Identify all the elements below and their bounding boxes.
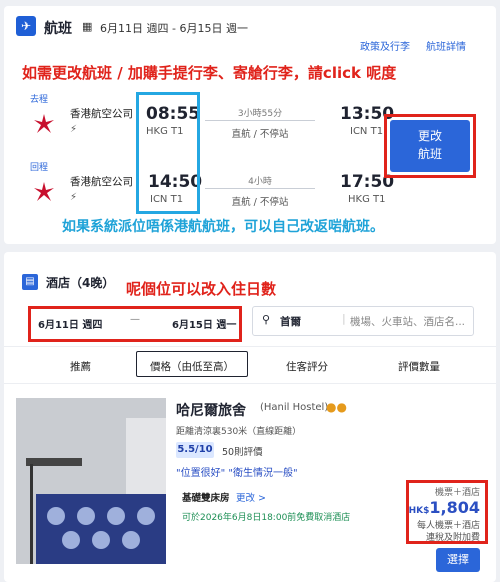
- check-in-date: 6月11日 週四: [38, 320, 103, 331]
- inbound-route-type: 直航 / 不停站: [231, 197, 289, 208]
- price: HK$1,804: [404, 498, 480, 517]
- inbound-duration: 4小時: [248, 177, 272, 187]
- inbound-power-icon: ⚡: [70, 192, 78, 203]
- flight-section-title: 航班: [44, 21, 72, 37]
- tab-recommended[interactable]: 推薦: [70, 359, 91, 374]
- calendar-icon: ▦: [82, 20, 93, 33]
- change-room-link[interactable]: 更改 >: [236, 490, 266, 504]
- city-name: 首爾: [280, 316, 301, 328]
- flight-links: 政策及行李 航班詳情: [360, 38, 482, 53]
- hk-airlines-logo-icon: [34, 182, 54, 201]
- policy-baggage-link[interactable]: 政策及行李: [360, 42, 410, 53]
- rating-badge: 5.5/10: [176, 442, 214, 458]
- outbound-route-type: 直航 / 不停站: [231, 129, 289, 140]
- check-out-date: 6月15日 週一: [172, 320, 237, 331]
- hk-airlines-logo-icon: [34, 114, 54, 133]
- tax-note: 連稅及附加費: [425, 533, 480, 543]
- search-separator: |: [342, 312, 346, 325]
- hotel-name-en: (Hanil Hostel): [260, 402, 329, 413]
- change-flight-button[interactable]: 更改 航班: [390, 120, 470, 172]
- search-placeholder[interactable]: 機場、火車站、酒店名...: [350, 314, 465, 329]
- inbound-arr-airport: HKG T1: [348, 194, 386, 205]
- change-flight-label: 更改 航班: [417, 129, 442, 161]
- annotation-change-dates: 呢個位可以改入住日數: [126, 280, 277, 298]
- outbound-duration: 3小時55分: [237, 109, 283, 119]
- hotel-rating-dots: ●●: [326, 400, 347, 414]
- hotel-icon: ▤: [22, 274, 38, 290]
- outbound-tag: 去程: [30, 95, 49, 105]
- departure-highlight-frame: [136, 92, 200, 214]
- hotel-photo[interactable]: [16, 398, 166, 564]
- active-tab-indicator: [136, 351, 248, 377]
- cancellation-policy: 可於2026年6月8日18:00前免費取消酒店: [182, 513, 351, 523]
- sort-tabs: 推薦 價格（由低至高） 住客評分 評價數量: [4, 346, 496, 384]
- price-label: 機票＋酒店: [434, 488, 480, 498]
- inbound-route-line: [205, 188, 315, 189]
- annotation-change-flight: 如需更改航班 / 加購手提行李、寄艙行李，請click 呢度: [22, 64, 397, 82]
- room-type: 基礎雙床房: [182, 493, 230, 504]
- airplane-icon: ✈: [16, 16, 36, 36]
- outbound-power-icon: ⚡: [70, 124, 78, 135]
- outbound-route-line: [205, 120, 315, 121]
- review-count[interactable]: 50則評價: [222, 444, 263, 458]
- price-amount: 1,804: [429, 498, 480, 517]
- guest-quotes: "位置很好" "衛生情況一般": [176, 468, 298, 479]
- price-currency: HK$: [408, 506, 430, 516]
- hotel-section-title: 酒店（4晚）: [46, 276, 115, 290]
- tab-guest-rating[interactable]: 住客評分: [286, 359, 328, 374]
- inbound-tag: 回程: [30, 163, 49, 173]
- outbound-arr-airport: ICN T1: [350, 126, 384, 137]
- location-pin-icon: ⚲: [262, 313, 271, 326]
- inbound-airline: 香港航空公司: [70, 176, 133, 188]
- outbound-airline: 香港航空公司: [70, 108, 133, 120]
- annotation-airline-note: 如果系統派位唔係港航航班，可以自己改返啱航班。: [62, 219, 384, 235]
- flight-date-range: 6月11日 週四 - 6月15日 週一: [100, 22, 248, 35]
- select-button[interactable]: 選擇: [436, 548, 480, 572]
- hotel-distance: 距離清涼裏530米（直線距離）: [176, 427, 302, 437]
- tab-review-count[interactable]: 評價數量: [398, 359, 440, 374]
- date-separator: —: [130, 314, 140, 325]
- hotel-name[interactable]: 哈尼爾旅舍: [176, 400, 246, 420]
- flight-details-link[interactable]: 航班詳情: [426, 42, 466, 53]
